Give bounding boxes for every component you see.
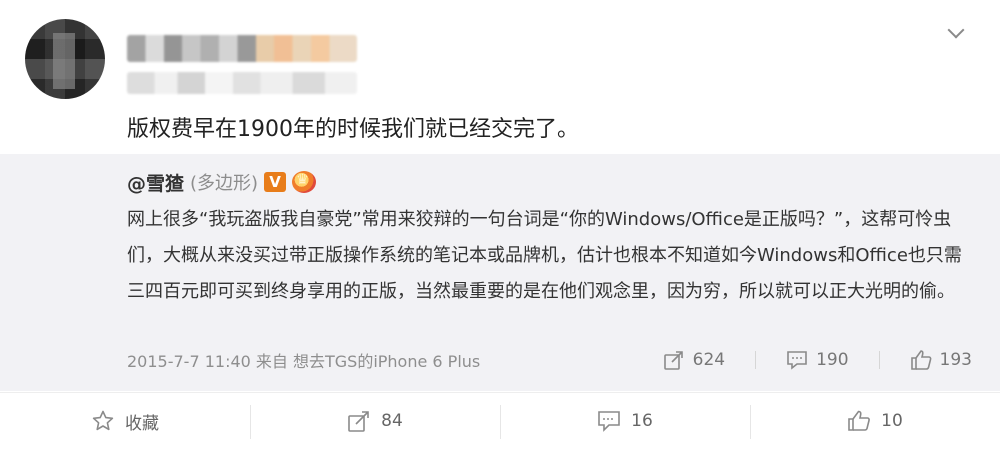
like-button[interactable]: 10 xyxy=(750,393,1000,449)
quoted-post-footer: 2015-7-7 11:40 来自 想去TGS的iPhone 6 Plus 62… xyxy=(127,348,972,372)
quoted-post-meta: 2015-7-7 11:40 来自 想去TGS的iPhone 6 Plus xyxy=(127,352,481,371)
divider xyxy=(878,351,880,369)
weibo-post: 版权费早在1900年的时候我们就已经交完了。 @雪猹 (多边形) V 网上很多“… xyxy=(0,0,1000,449)
chevron-down-icon xyxy=(947,21,965,39)
vip-badge-icon xyxy=(292,171,317,193)
quoted-comment-button[interactable]: 190 xyxy=(786,349,849,371)
comment-bubble-icon xyxy=(597,409,621,433)
blurred-username xyxy=(127,35,357,62)
quoted-post-header: @雪猹 (多边形) V xyxy=(127,169,317,196)
more-options-button[interactable] xyxy=(945,21,967,42)
share-arrow-icon xyxy=(663,349,685,371)
quoted-repost-count: 624 xyxy=(692,350,726,370)
quoted-like-count: 193 xyxy=(939,350,972,370)
repost-count: 84 xyxy=(381,411,403,431)
quoted-post[interactable]: @雪猹 (多边形) V 网上很多“我玩盗版我自豪党”常用来狡辩的一句台词是“你的… xyxy=(0,154,1000,391)
repost-button[interactable]: 84 xyxy=(250,393,500,449)
quoted-comment-count: 190 xyxy=(816,350,849,370)
star-icon xyxy=(91,409,115,433)
avatar[interactable] xyxy=(25,19,105,99)
blurred-post-meta xyxy=(127,72,357,94)
comment-button[interactable]: 16 xyxy=(500,393,750,449)
quoted-author-tag: (多边形) xyxy=(190,173,259,194)
thumbs-up-icon xyxy=(910,349,932,371)
verified-badge: V xyxy=(264,172,287,192)
post-text: 版权费早在1900年的时候我们就已经交完了。 xyxy=(127,117,579,142)
action-bar: 收藏 84 16 10 xyxy=(0,392,1000,449)
comment-bubble-icon xyxy=(786,349,808,371)
favorite-button[interactable]: 收藏 xyxy=(0,393,250,449)
favorite-label: 收藏 xyxy=(125,413,159,434)
quoted-post-text: 网上很多“我玩盗版我自豪党”常用来狡辩的一句台词是“你的Windows/Offi… xyxy=(127,209,962,302)
quoted-like-button[interactable]: 193 xyxy=(910,349,972,371)
divider xyxy=(755,351,757,369)
quoted-post-stats: 624 190 193 xyxy=(663,349,972,371)
thumbs-up-icon xyxy=(847,409,871,433)
comment-count: 16 xyxy=(631,411,653,431)
quoted-author[interactable]: @雪猹 xyxy=(127,169,184,196)
share-arrow-icon xyxy=(347,409,371,433)
quoted-repost-button[interactable]: 624 xyxy=(663,349,725,371)
like-count: 10 xyxy=(881,411,903,431)
